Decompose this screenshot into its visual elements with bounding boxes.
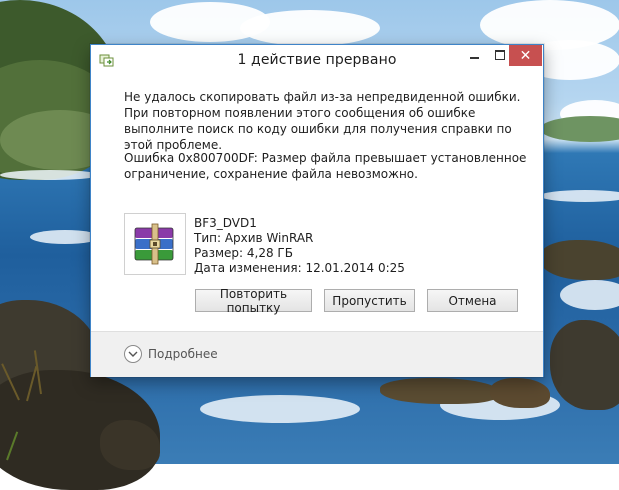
- error-code-message: Ошибка 0x800700DF: Размер файла превышае…: [124, 151, 527, 181]
- dialog-footer: Подробнее: [91, 331, 543, 377]
- maximize-icon: [495, 50, 505, 60]
- cancel-button[interactable]: Отмена: [427, 289, 518, 312]
- copy-error-dialog: 1 действие прервано ✕ Не удалось скопиро…: [90, 44, 544, 377]
- file-modified-date: Дата изменения: 12.01.2014 0:25: [194, 261, 405, 275]
- winrar-archive-icon: [134, 223, 174, 265]
- file-size: Размер: 4,28 ГБ: [194, 246, 293, 260]
- retry-button[interactable]: Повторить попытку: [195, 287, 312, 315]
- more-details-label: Подробнее: [148, 347, 218, 361]
- chevron-down-icon[interactable]: [124, 345, 142, 363]
- title-bar[interactable]: 1 действие прервано ✕: [91, 45, 543, 75]
- minimize-icon: [469, 57, 479, 59]
- skip-button[interactable]: Пропустить: [324, 289, 415, 312]
- file-details: BF3_DVD1 Тип: Архив WinRAR Размер: 4,28 …: [194, 216, 405, 276]
- error-description: Не удалось скопировать файл из-за непред…: [124, 90, 521, 152]
- file-name: BF3_DVD1: [194, 216, 257, 230]
- file-thumbnail: [124, 213, 186, 275]
- minimize-button[interactable]: [461, 45, 487, 65]
- close-icon: ✕: [519, 47, 532, 64]
- close-button[interactable]: ✕: [509, 45, 542, 66]
- more-details-toggle[interactable]: Подробнее: [124, 345, 218, 363]
- file-type: Тип: Архив WinRAR: [194, 231, 314, 245]
